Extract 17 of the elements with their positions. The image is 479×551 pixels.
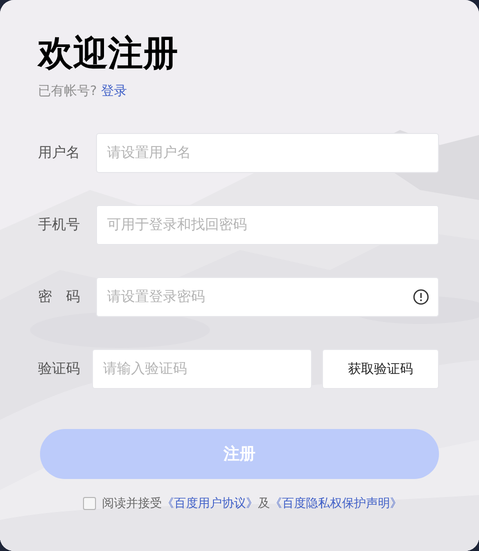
agreement-text: 阅读并接受《百度用户协议》及《百度隐私权保护声明》 bbox=[102, 495, 402, 512]
field-label: 手机号 bbox=[38, 216, 81, 234]
agreement-checkbox[interactable] bbox=[83, 497, 96, 510]
field-label: 用户名 bbox=[38, 144, 81, 162]
login-prompt: 已有帐号? bbox=[38, 83, 97, 100]
page-title: 欢迎注册 bbox=[38, 33, 179, 76]
policy-link[interactable]: 《百度用户协议》 bbox=[162, 496, 258, 510]
input-field[interactable]: 请设置用户名 bbox=[96, 133, 439, 173]
input-field[interactable]: 请输入验证码 bbox=[92, 349, 312, 389]
input-field[interactable]: 可用于登录和找回密码 bbox=[96, 205, 439, 245]
field-label: 验证码 bbox=[38, 360, 81, 378]
login-link[interactable]: 登录 bbox=[100, 82, 127, 100]
input-field[interactable]: 请设置登录密码 bbox=[96, 277, 439, 317]
field-label: 密 码 bbox=[38, 288, 81, 306]
get-code-button[interactable]: 获取验证码 bbox=[322, 349, 439, 389]
policy-link[interactable]: 《百度隐私权保护声明》 bbox=[270, 496, 402, 510]
info-icon bbox=[413, 289, 429, 305]
